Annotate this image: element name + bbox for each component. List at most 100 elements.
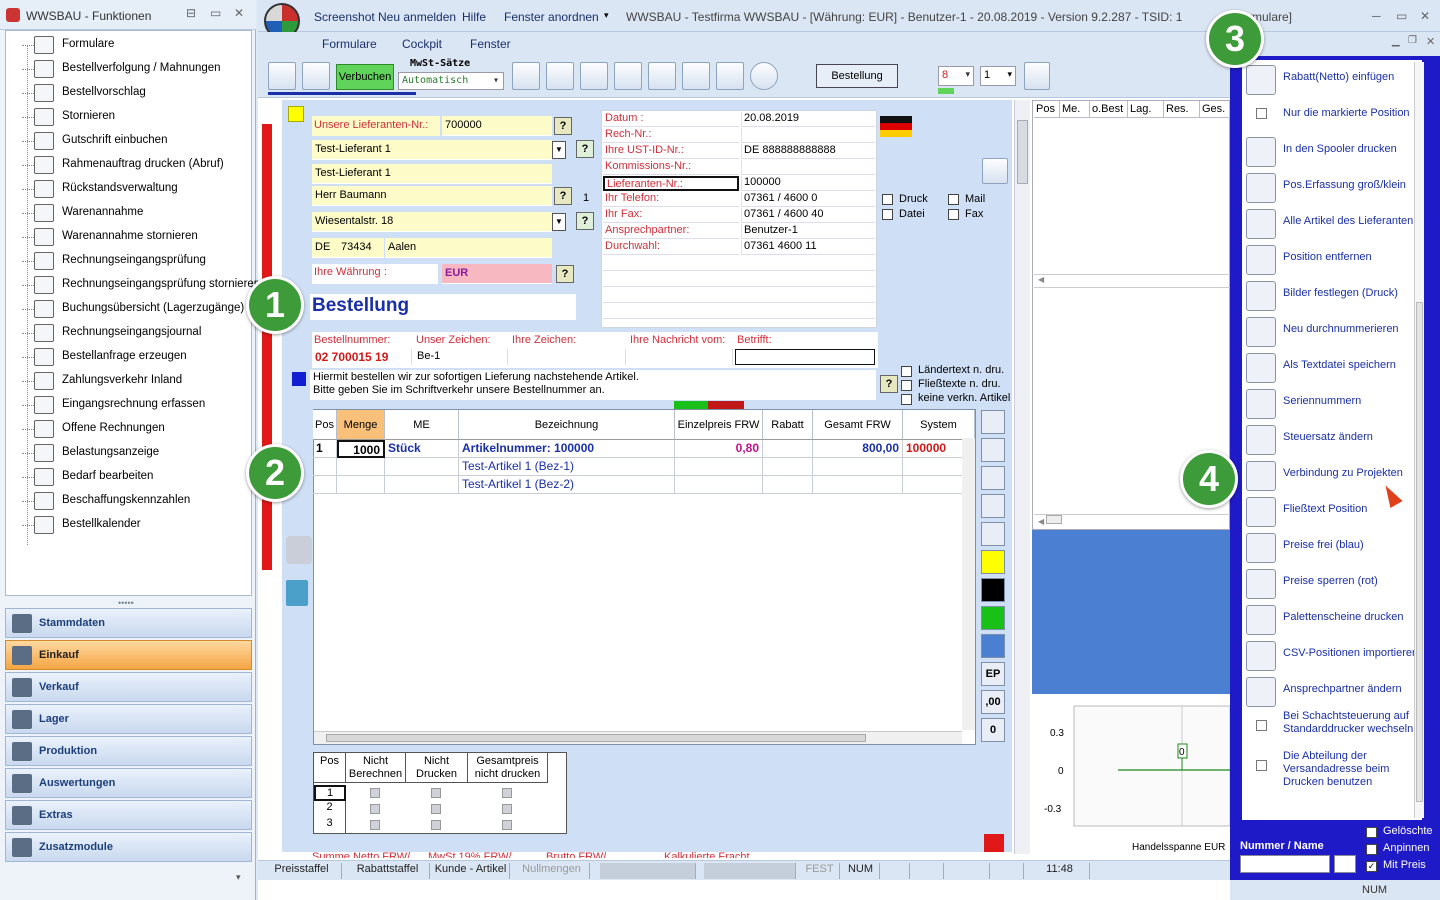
action-item[interactable]: Rabatt(Netto) einfügen bbox=[1242, 62, 1422, 96]
tree-item[interactable]: Offene Rechnungen bbox=[6, 417, 251, 441]
form-vscroll-thumb[interactable] bbox=[1017, 120, 1028, 184]
flags-checkbox[interactable] bbox=[431, 804, 441, 814]
black-color-button[interactable] bbox=[981, 578, 1005, 602]
print-preview-button[interactable] bbox=[614, 62, 642, 90]
grid-header-bezeichnung[interactable]: Bezeichnung bbox=[459, 410, 675, 440]
nav-extras[interactable]: Extras bbox=[5, 800, 252, 830]
name1-input[interactable]: Test-Lieferant 1 bbox=[312, 140, 552, 160]
grid-header-gesamt-frw[interactable]: Gesamt FRW bbox=[813, 410, 903, 440]
top-button[interactable]: Neu anmelden bbox=[378, 10, 456, 24]
ref-value[interactable]: Be-1 bbox=[414, 349, 508, 365]
child-close-icon[interactable]: ✕ bbox=[1426, 35, 1435, 48]
grid-cell[interactable] bbox=[385, 458, 459, 476]
grid-cell[interactable]: Test-Artikel 1 (Bez-2) bbox=[459, 476, 675, 494]
splitter-grip[interactable]: ••••• bbox=[118, 598, 134, 608]
grid-vscroll[interactable] bbox=[962, 438, 975, 730]
strasse-input[interactable]: Wiesentalstr. 18 bbox=[312, 212, 552, 232]
child-restore-icon[interactable]: ❐ bbox=[1408, 35, 1417, 46]
mail-settings-button[interactable] bbox=[716, 62, 744, 90]
mwst-select[interactable]: Automatisch ▾ bbox=[398, 72, 504, 90]
filter-checkbox[interactable]: ✓ bbox=[1366, 861, 1377, 872]
calculator-button[interactable] bbox=[512, 62, 540, 90]
side-button-2[interactable]: 0 bbox=[981, 718, 1005, 742]
grid-cell[interactable]: Artikelnummer: 100000 bbox=[459, 440, 675, 458]
grid-header-system[interactable]: System bbox=[903, 410, 975, 440]
header-field-value[interactable] bbox=[741, 128, 875, 143]
tree-item[interactable]: Zahlungsverkehr Inland bbox=[6, 369, 251, 393]
action-item[interactable]: Preise frei (blau) bbox=[1242, 530, 1422, 564]
flags-checkbox[interactable] bbox=[370, 820, 380, 830]
grid-cell[interactable]: Test-Artikel 1 (Bez-1) bbox=[459, 458, 675, 476]
insert-below-button[interactable] bbox=[981, 494, 1005, 518]
header-field-value[interactable]: 07361 4600 11 bbox=[741, 240, 875, 255]
mail-button[interactable] bbox=[682, 62, 710, 90]
action-item[interactable]: Position entfernen bbox=[1242, 242, 1422, 276]
calculator-icon[interactable] bbox=[286, 580, 308, 606]
status-fest[interactable]: FEST bbox=[800, 863, 840, 879]
status-num[interactable]: NUM bbox=[842, 863, 880, 879]
ort-input[interactable]: Aalen bbox=[385, 238, 552, 258]
screen-button[interactable] bbox=[648, 62, 676, 90]
header-field-value[interactable]: DE 888888888888 bbox=[741, 144, 875, 159]
side-button-1[interactable]: ,00 bbox=[981, 690, 1005, 714]
child-minimize-icon[interactable]: ▁ bbox=[1392, 36, 1400, 47]
calendar-button[interactable] bbox=[546, 62, 574, 90]
flags-checkbox[interactable] bbox=[431, 820, 441, 830]
nav-stammdaten[interactable]: Stammdaten bbox=[5, 608, 252, 638]
tree-item[interactable]: Rückstandsverwaltung bbox=[6, 177, 251, 201]
tree-item[interactable]: Stornieren bbox=[6, 105, 251, 129]
action-item[interactable]: Alle Artikel des Lieferanten bbox=[1242, 206, 1422, 240]
grid-cell[interactable]: 0,80 bbox=[675, 440, 763, 458]
pin-icon[interactable]: ⊟ bbox=[186, 6, 196, 20]
dropdown-icon[interactable]: ▾ bbox=[604, 10, 609, 21]
tree-item[interactable]: Bestellvorschlag bbox=[6, 81, 251, 105]
tree-item[interactable]: Gutschrift einbuchen bbox=[6, 129, 251, 153]
action-item[interactable]: Bilder festlegen (Druck) bbox=[1242, 278, 1422, 312]
header-empty-row[interactable] bbox=[603, 272, 875, 287]
action-item[interactable]: Preise sperren (rot) bbox=[1242, 566, 1422, 600]
text-option-checkbox[interactable] bbox=[901, 380, 912, 391]
action-item[interactable]: Bei Schachtsteuerung auf Standarddrucker… bbox=[1242, 710, 1422, 744]
stock-hscroll2-thumb[interactable] bbox=[1046, 515, 1063, 524]
action-item[interactable]: CSV-Positionen importieren bbox=[1242, 638, 1422, 672]
verbuchen-button[interactable]: Verbuchen bbox=[336, 64, 394, 90]
tree-item[interactable]: Bestellkalender bbox=[6, 513, 251, 537]
text-help-button[interactable]: ? bbox=[880, 375, 898, 393]
main-maximize-icon[interactable]: ▭ bbox=[1396, 9, 1407, 23]
status-rabattstaffel[interactable]: Rabattstaffel bbox=[346, 863, 430, 879]
menu-item[interactable]: Fenster bbox=[470, 37, 511, 51]
green-color-button[interactable] bbox=[981, 606, 1005, 630]
header-field-value[interactable]: 07361 / 4600 0 bbox=[741, 192, 875, 207]
filter-checkbox[interactable] bbox=[1366, 844, 1377, 855]
grid-header-pos[interactable]: Pos bbox=[313, 410, 337, 440]
ref-value[interactable] bbox=[735, 349, 875, 365]
top-button[interactable]: Hilfe bbox=[462, 10, 486, 24]
action-item[interactable]: In den Spooler drucken bbox=[1242, 134, 1422, 168]
insert-above-button[interactable] bbox=[981, 466, 1005, 490]
action-item[interactable]: Seriennummern bbox=[1242, 386, 1422, 420]
stock-header[interactable]: o.Best bbox=[1090, 101, 1128, 118]
ref-value[interactable] bbox=[510, 349, 626, 365]
tree-item[interactable]: Bedarf bearbeiten bbox=[6, 465, 251, 489]
stock-header[interactable]: Lag. bbox=[1128, 101, 1164, 118]
action-item[interactable]: Palettenscheine drucken bbox=[1242, 602, 1422, 636]
blank-button[interactable] bbox=[981, 522, 1005, 546]
strasse-help-button[interactable]: ? bbox=[576, 212, 594, 230]
menu-item[interactable]: Cockpit bbox=[402, 37, 442, 51]
action-checkbox[interactable] bbox=[1256, 108, 1267, 119]
action-item[interactable]: Neu durchnummerieren bbox=[1242, 314, 1422, 348]
grid-header-menge[interactable]: Menge bbox=[337, 410, 385, 440]
tree-item[interactable]: Rahmenauftrag drucken (Abruf) bbox=[6, 153, 251, 177]
waehrung-help-button[interactable]: ? bbox=[556, 265, 574, 283]
text-option-checkbox[interactable] bbox=[901, 366, 912, 377]
grid-cell[interactable] bbox=[385, 476, 459, 494]
stock-header[interactable]: Pos bbox=[1034, 101, 1060, 118]
pages-select[interactable]: 1 ▾ bbox=[980, 66, 1016, 86]
status-preisstaffel[interactable]: Preisstaffel bbox=[262, 863, 342, 879]
tree-item[interactable]: Belastungsanzeige bbox=[6, 441, 251, 465]
print-add-icon[interactable] bbox=[286, 536, 312, 564]
grid-hscroll[interactable] bbox=[314, 731, 962, 744]
tree-item[interactable]: Bestellanfrage erzeugen bbox=[6, 345, 251, 369]
ansprech-input[interactable]: Herr Baumann bbox=[312, 186, 552, 206]
option-checkbox[interactable] bbox=[882, 209, 893, 220]
